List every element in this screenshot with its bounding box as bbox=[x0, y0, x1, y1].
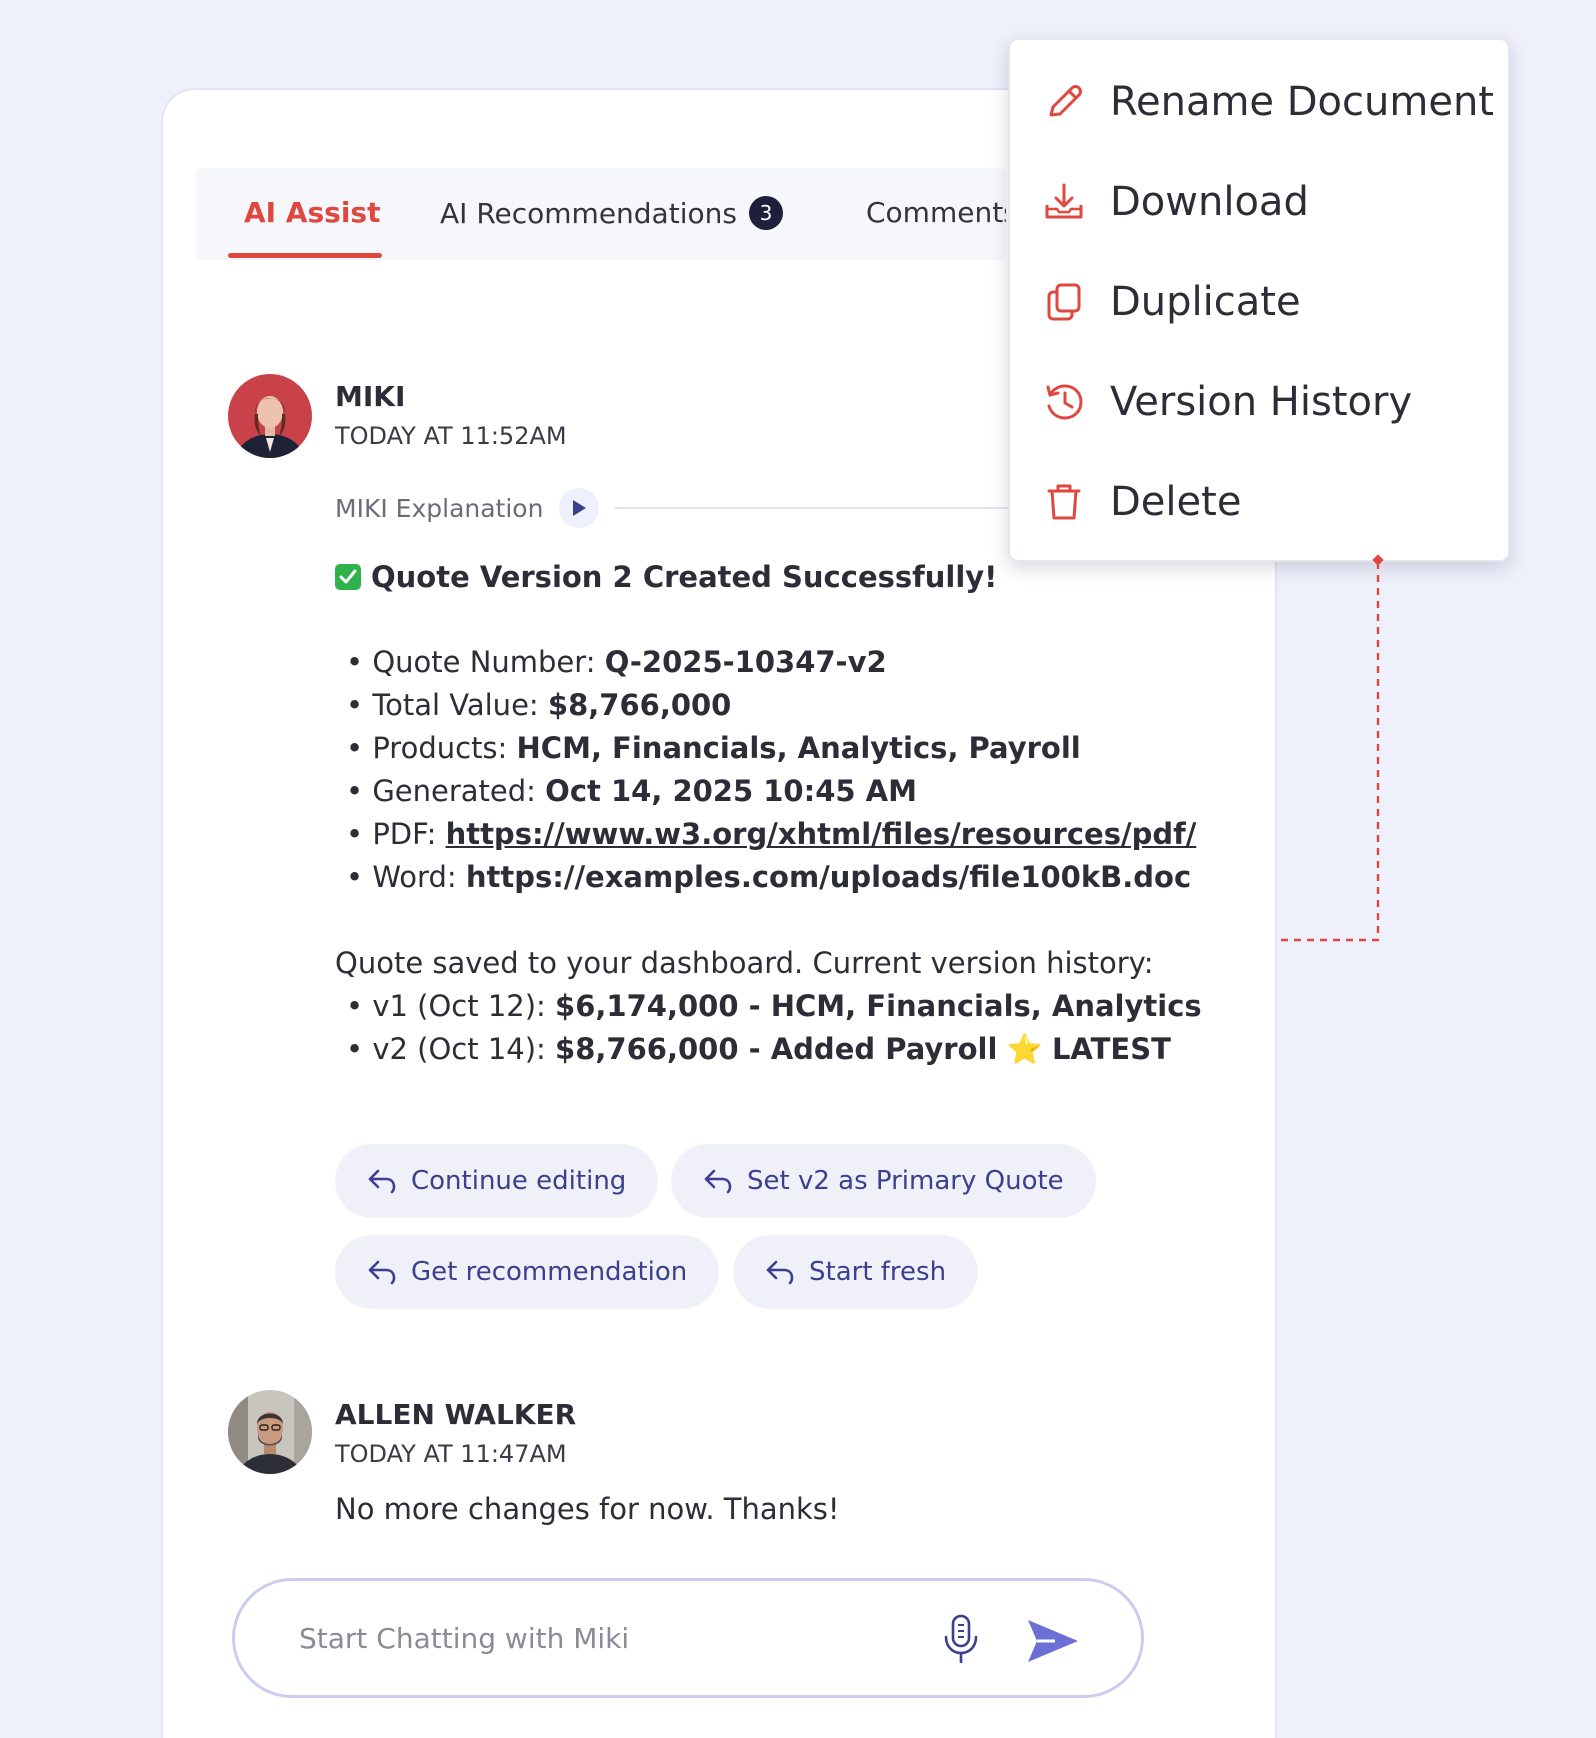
tab-bar: AI Assist AI Recommendations 3 Comments bbox=[196, 168, 1006, 260]
pdf-link[interactable]: https://www.w3.org/xhtml/files/resources… bbox=[446, 817, 1197, 851]
allen-sender-name: ALLEN WALKER bbox=[335, 1398, 577, 1431]
version-v2: • v2 (Oct 14): $8,766,000 - Added Payrol… bbox=[346, 1032, 1171, 1067]
detail-word: • Word: https://examples.com/uploads/fil… bbox=[346, 860, 1191, 894]
detail-quote-number: • Quote Number: Q-2025-10347-v2 bbox=[346, 645, 887, 679]
pencil-icon bbox=[1040, 78, 1088, 126]
reply-icon bbox=[368, 1260, 396, 1285]
play-icon bbox=[573, 500, 587, 516]
detail-label: • Total Value: bbox=[346, 688, 548, 722]
detail-label: • PDF: bbox=[346, 817, 446, 851]
version-value: $6,174,000 - HCM, Financials, Analytics bbox=[555, 989, 1202, 1023]
menu-item-label: Duplicate bbox=[1110, 279, 1301, 325]
saved-note: Quote saved to your dashboard. Current v… bbox=[335, 946, 1154, 980]
version-label: • v1 (Oct 12): bbox=[346, 989, 556, 1023]
miki-explanation-label: MIKI Explanation bbox=[335, 493, 544, 523]
menu-item-version-history[interactable]: Version History bbox=[1040, 370, 1500, 434]
history-icon bbox=[1040, 378, 1088, 426]
menu-item-label: Rename Document bbox=[1110, 79, 1494, 125]
menu-item-label: Delete bbox=[1110, 479, 1242, 525]
checkmark-icon bbox=[335, 564, 361, 590]
star-icon: ⭐ bbox=[1006, 1032, 1043, 1066]
detail-products: • Products: HCM, Financials, Analytics, … bbox=[346, 731, 1081, 765]
detail-pdf: • PDF: https://www.w3.org/xhtml/files/re… bbox=[346, 817, 1196, 851]
detail-label: • Quote Number: bbox=[346, 645, 605, 679]
send-icon[interactable] bbox=[1025, 1617, 1081, 1669]
allen-timestamp: TODAY AT 11:47AM bbox=[335, 1440, 567, 1468]
start-fresh-label: Start fresh bbox=[809, 1257, 947, 1287]
active-tab-indicator bbox=[228, 253, 382, 258]
detail-value: Q-2025-10347-v2 bbox=[604, 645, 887, 679]
allen-message-text: No more changes for now. Thanks! bbox=[335, 1492, 840, 1526]
tab-comments[interactable]: Comments bbox=[866, 196, 1006, 229]
word-link[interactable]: https://examples.com/uploads/file100kB.d… bbox=[466, 860, 1191, 894]
detail-value: $8,766,000 bbox=[547, 688, 732, 722]
version-value: $8,766,000 - Added Payroll bbox=[555, 1032, 998, 1066]
menu-item-label: Version History bbox=[1110, 379, 1413, 425]
miki-sender-name: MIKI bbox=[335, 380, 406, 413]
set-primary-quote-button[interactable]: Set v2 as Primary Quote bbox=[671, 1144, 1096, 1218]
tab-ai-recommendations[interactable]: AI Recommendations 3 bbox=[440, 196, 783, 230]
version-v1: • v1 (Oct 12): $6,174,000 - HCM, Financi… bbox=[346, 989, 1202, 1023]
trash-icon bbox=[1040, 478, 1088, 526]
miki-timestamp: TODAY AT 11:52AM bbox=[335, 422, 567, 450]
continue-editing-button[interactable]: Continue editing bbox=[335, 1144, 659, 1218]
reply-icon bbox=[766, 1260, 794, 1285]
start-fresh-button[interactable]: Start fresh bbox=[733, 1235, 979, 1309]
detail-generated: • Generated: Oct 14, 2025 10:45 AM bbox=[346, 774, 917, 808]
detail-value: HCM, Financials, Analytics, Payroll bbox=[516, 731, 1081, 765]
miki-explanation-row: MIKI Explanation bbox=[335, 488, 1015, 528]
detail-label: • Products: bbox=[346, 731, 517, 765]
latest-tag: LATEST bbox=[1051, 1032, 1171, 1066]
reply-icon bbox=[368, 1169, 396, 1194]
version-label: • v2 (Oct 14): bbox=[346, 1032, 556, 1066]
app-stage: AI Assist AI Recommendations 3 Comments … bbox=[0, 0, 1596, 1738]
get-recommendation-button[interactable]: Get recommendation bbox=[335, 1235, 720, 1309]
menu-item-delete[interactable]: Delete bbox=[1040, 470, 1500, 534]
menu-connector-line bbox=[1278, 554, 1384, 942]
detail-total-value: • Total Value: $8,766,000 bbox=[346, 688, 731, 722]
explanation-divider bbox=[615, 507, 1015, 509]
chat-input-bar bbox=[232, 1578, 1144, 1698]
miki-avatar bbox=[228, 374, 312, 458]
menu-item-rename-document[interactable]: Rename Document bbox=[1040, 70, 1500, 134]
download-icon bbox=[1040, 178, 1088, 226]
detail-label: • Word: bbox=[346, 860, 466, 894]
get-recommendation-label: Get recommendation bbox=[411, 1257, 688, 1287]
set-primary-quote-label: Set v2 as Primary Quote bbox=[747, 1166, 1064, 1196]
menu-item-download[interactable]: Download bbox=[1040, 170, 1500, 234]
microphone-icon[interactable] bbox=[941, 1613, 981, 1671]
tab-ai-assist[interactable]: AI Assist bbox=[244, 196, 381, 229]
headline-text: Quote Version 2 Created Successfully! bbox=[371, 560, 998, 594]
message-headline: Quote Version 2 Created Successfully! bbox=[335, 560, 997, 594]
play-explanation-button[interactable] bbox=[559, 488, 600, 528]
tab-ai-recommendations-label: AI Recommendations bbox=[440, 196, 737, 230]
chat-input[interactable] bbox=[299, 1615, 899, 1661]
allen-avatar bbox=[228, 1390, 312, 1474]
menu-item-duplicate[interactable]: Duplicate bbox=[1040, 270, 1500, 334]
menu-item-label: Download bbox=[1110, 179, 1309, 225]
recommendations-count-badge: 3 bbox=[748, 196, 783, 230]
continue-editing-label: Continue editing bbox=[411, 1166, 627, 1196]
document-actions-menu: Rename Document Download Duplicate Versi… bbox=[1008, 38, 1510, 562]
duplicate-icon bbox=[1040, 278, 1088, 326]
detail-label: • Generated: bbox=[346, 774, 546, 808]
reply-icon bbox=[704, 1169, 732, 1194]
detail-value: Oct 14, 2025 10:45 AM bbox=[545, 774, 917, 808]
